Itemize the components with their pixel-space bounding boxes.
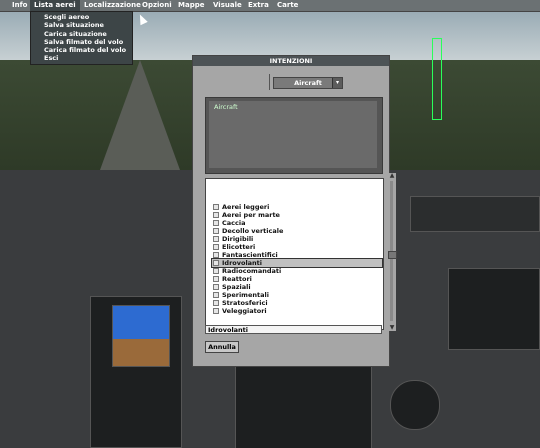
list-item[interactable]: Stratosferici: [212, 299, 382, 307]
menu-salva-filmato[interactable]: Salva filmato del volo: [31, 38, 132, 46]
autopilot-panel: [410, 196, 540, 232]
clock-gauge: [390, 380, 440, 430]
scroll-down-icon[interactable]: ▼: [389, 325, 395, 331]
checkbox-icon: [213, 204, 219, 210]
list-item[interactable]: Aerei per marte: [212, 211, 382, 219]
checkbox-icon: [213, 300, 219, 306]
menu-info[interactable]: Info: [8, 0, 31, 11]
list-item-label: Elicotteri: [222, 243, 256, 251]
list-item-label: Dirigibili: [222, 235, 254, 243]
engine-display: [448, 268, 540, 350]
checkbox-icon: [213, 220, 219, 226]
list-item-label: Decollo verticale: [222, 227, 284, 235]
list-item[interactable]: Radiocomandati: [212, 267, 382, 275]
menu-carte[interactable]: Carte: [273, 0, 302, 11]
checkbox-icon: [213, 268, 219, 274]
list-item[interactable]: Decollo verticale: [212, 227, 382, 235]
list-item-label: Veleggiatori: [222, 307, 267, 315]
menu-esci[interactable]: Esci: [31, 54, 132, 62]
list-item[interactable]: Sperimentali: [212, 291, 382, 299]
list-item[interactable]: Caccia: [212, 219, 382, 227]
list-item[interactable]: Veleggiatori: [212, 307, 382, 315]
list-item[interactable]: Fantascientifici: [212, 251, 382, 259]
list-item-label: Radiocomandati: [222, 267, 282, 275]
checkbox-icon: [213, 244, 219, 250]
scroll-up-icon[interactable]: ▲: [389, 173, 395, 179]
category-combo-value: Aircraft: [294, 79, 322, 87]
checkbox-icon: [213, 292, 219, 298]
chevron-down-icon[interactable]: ▾: [332, 78, 342, 88]
menu-scegli-aereo[interactable]: Scegli aereo: [31, 13, 132, 21]
list-item-label: Reattori: [222, 275, 252, 283]
list-item[interactable]: Aerei leggeri: [212, 203, 382, 211]
list-item-label: Aerei leggeri: [222, 203, 270, 211]
checkbox-icon: [213, 260, 219, 266]
menu-visuale[interactable]: Visuale: [209, 0, 246, 11]
menu-salva-situazione[interactable]: Salva situazione: [31, 21, 132, 29]
checkbox-icon: [213, 228, 219, 234]
selection-field[interactable]: Idrovolanti: [205, 325, 382, 334]
combo-separator: [269, 74, 270, 90]
checkbox-icon: [213, 276, 219, 282]
list-item[interactable]: Spaziali: [212, 283, 382, 291]
list-item-label: Spaziali: [222, 283, 251, 291]
menu-localizzazione[interactable]: Localizzazione: [80, 0, 145, 11]
checkbox-icon: [213, 252, 219, 258]
list-item-label: Idrovolanti: [222, 259, 263, 267]
list-item[interactable]: Reattori: [212, 275, 382, 283]
checkbox-icon: [213, 308, 219, 314]
menu-extra[interactable]: Extra: [244, 0, 273, 11]
hud-altitude-tape: [432, 38, 442, 120]
list-item-label: Fantascientifici: [222, 251, 278, 259]
checkbox-icon: [213, 284, 219, 290]
preview-pane: Aircraft: [209, 101, 377, 168]
scroll-thumb[interactable]: [388, 251, 397, 259]
cancel-button[interactable]: Annulla: [205, 341, 239, 353]
menu-mappe[interactable]: Mappe: [174, 0, 208, 11]
list-item[interactable]: Elicotteri: [212, 243, 382, 251]
list-item-label: Aerei per marte: [222, 211, 280, 219]
list-item-label: Stratosferici: [222, 299, 268, 307]
list-scrollbar[interactable]: ▲ ▼: [388, 173, 397, 331]
list-item-label: Sperimentali: [222, 291, 269, 299]
menu-carica-situazione[interactable]: Carica situazione: [31, 30, 132, 38]
navigation-display: [235, 362, 372, 448]
category-combo[interactable]: Aircraft ▾: [273, 77, 343, 89]
list-item-label: Caccia: [222, 219, 246, 227]
aircraft-selection-dialog: INTENZIONI Aircraft ▾ Aircraft Aerei leg…: [192, 55, 397, 367]
dialog-title: INTENZIONI: [193, 56, 389, 66]
lista-aerei-dropdown: Scegli aereo Salva situazione Carica sit…: [30, 11, 133, 65]
menu-carica-filmato[interactable]: Carica filmato del volo: [31, 46, 132, 54]
preview-label: Aircraft: [214, 103, 238, 111]
runway: [100, 60, 180, 170]
list-item[interactable]: Idrovolanti: [211, 258, 383, 268]
category-list[interactable]: Aerei leggeri Aerei per marte Caccia Decoll…: [205, 178, 384, 330]
checkbox-icon: [213, 236, 219, 242]
menu-opzioni[interactable]: Opzioni: [138, 0, 176, 11]
category-list-items: Aerei leggeri Aerei per marte Caccia Decoll…: [211, 203, 383, 315]
aircraft-preview: Aircraft: [205, 97, 383, 174]
attitude-indicator: [112, 305, 170, 367]
list-item[interactable]: Dirigibili: [212, 235, 382, 243]
menu-lista-aerei[interactable]: Lista aerei: [30, 0, 80, 11]
checkbox-icon: [213, 212, 219, 218]
